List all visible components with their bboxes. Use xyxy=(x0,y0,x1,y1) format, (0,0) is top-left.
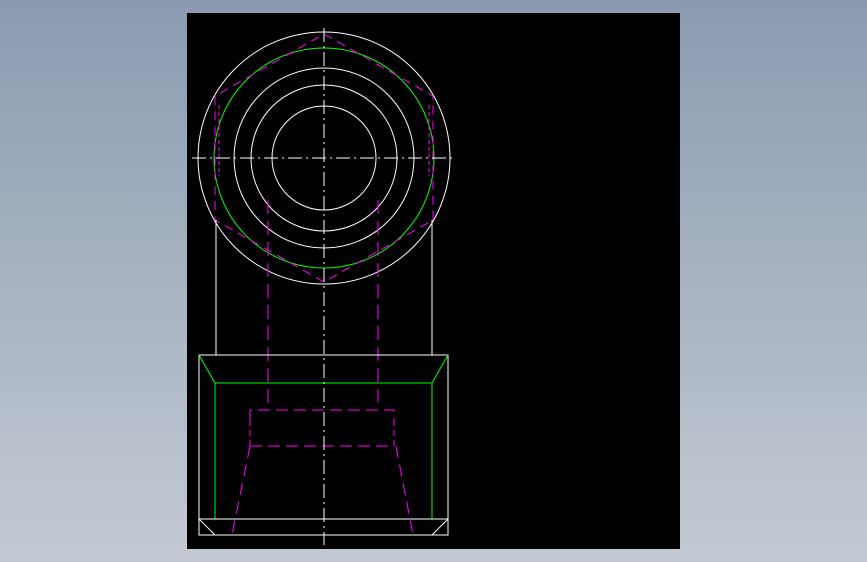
cad-window xyxy=(0,0,867,562)
nut-face-outline xyxy=(214,382,433,520)
hidden-counterbore xyxy=(249,409,395,420)
chamfer-bottom-right xyxy=(431,518,449,536)
chamfer-top-left xyxy=(198,354,216,384)
chamfer-top-right xyxy=(431,354,449,384)
hidden-taper-right xyxy=(395,445,414,536)
hidden-taper-left xyxy=(231,445,251,536)
chamfer-bottom-left xyxy=(198,518,216,536)
cad-drawing xyxy=(192,28,455,545)
